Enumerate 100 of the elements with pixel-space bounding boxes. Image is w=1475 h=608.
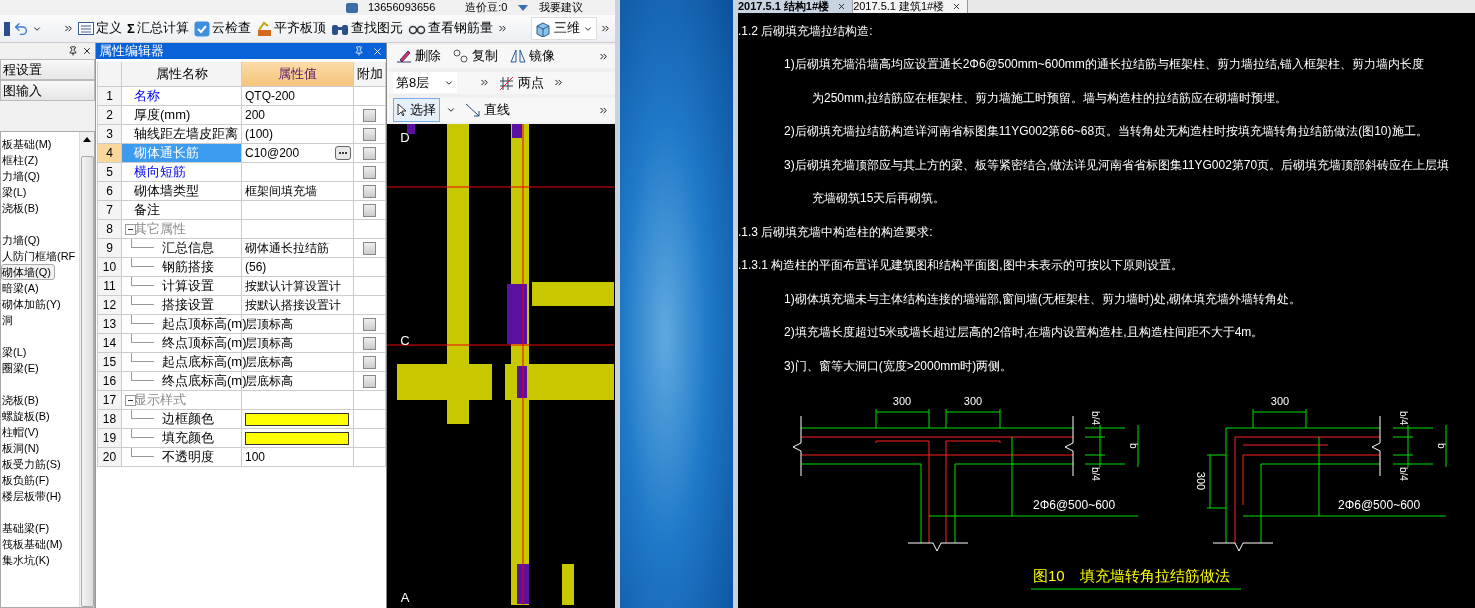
checkbox[interactable]	[363, 336, 376, 350]
tree-item[interactable]: 力墙(Q)	[1, 168, 44, 184]
property-name[interactable]: 轴线距左墙皮距离	[122, 125, 242, 144]
close-icon[interactable]	[837, 1, 847, 11]
tree-item[interactable]: 圈梁(E)	[1, 360, 43, 376]
property-name[interactable]: 搭接设置	[122, 296, 242, 315]
more-icon[interactable]	[496, 23, 508, 34]
rebar-note: 2Φ6@500~600	[1033, 498, 1116, 512]
two-point-button[interactable]: 两点	[496, 71, 547, 94]
property-value: 砌体通长拉结筋	[245, 239, 329, 257]
property-name[interactable]: 填充颜色	[122, 429, 242, 448]
property-name[interactable]: 名称	[122, 87, 242, 106]
tree-item[interactable]: 基础梁(F)	[1, 520, 54, 536]
checkbox[interactable]	[363, 108, 376, 122]
tree-item[interactable]: 人防门框墙(RF	[1, 248, 79, 264]
toolbar-button[interactable]: Σ汇总计算	[126, 18, 190, 39]
tree-item[interactable]: 集水坑(K)	[1, 552, 54, 568]
tree-item[interactable]: 暗梁(A)	[1, 280, 43, 296]
line-button[interactable]: 直线	[462, 99, 513, 121]
tree-item[interactable]: 砌体加筋(Y)	[1, 296, 65, 312]
select-button[interactable]: 选择	[393, 98, 440, 122]
panel-title: 属性编辑器	[99, 42, 165, 60]
color-swatch[interactable]	[245, 431, 349, 445]
tree-item[interactable]: 浇板(B)	[1, 392, 43, 408]
toolbar-button[interactable]: 平齐板顶	[254, 18, 327, 39]
floor-dropdown[interactable]: 第8层	[393, 72, 457, 94]
dimension-label: 300	[1270, 395, 1290, 407]
toolbar-button[interactable]: 查找图元	[329, 18, 404, 39]
undo-icon[interactable]	[13, 20, 29, 37]
ellipsis-button[interactable]	[335, 146, 351, 160]
tree-item[interactable]: 梁(L)	[1, 344, 31, 360]
cursor-icon	[397, 103, 407, 117]
collapse-icon[interactable]	[125, 223, 136, 235]
feedback-link[interactable]: 我要建议	[539, 1, 584, 14]
tree-item[interactable]: 砌体墙(Q)	[1, 264, 55, 280]
row-number: 9	[98, 239, 122, 258]
tree-item[interactable]: 浇板(B)	[1, 200, 43, 216]
dimension-label: 300	[963, 395, 983, 407]
property-name[interactable]: 钢筋搭接	[122, 258, 242, 277]
scrollbar-thumb[interactable]	[80, 156, 94, 607]
view-button[interactable]: 三维	[531, 17, 597, 40]
row-number: 18	[98, 410, 122, 429]
property-name[interactable]: 横向短筋	[122, 163, 242, 182]
rebar-note: 2Φ6@500~600	[1338, 498, 1421, 512]
tree-item[interactable]: 螺旋板(B)	[1, 408, 54, 424]
checkbox[interactable]	[363, 165, 376, 179]
close-icon[interactable]	[82, 46, 92, 56]
checkbox[interactable]	[363, 127, 376, 141]
sidebar-tab[interactable]: 程设置	[0, 59, 95, 80]
document-tab[interactable]: 2017.5.1 建筑1#楼	[853, 0, 969, 13]
dimension-label: b/4	[1090, 411, 1101, 425]
dimension-line	[1392, 424, 1447, 468]
caret-icon[interactable]	[446, 105, 456, 115]
pin-icon[interactable]	[354, 46, 364, 56]
more-icon[interactable]	[63, 23, 74, 34]
edit-button[interactable]: 镜像	[507, 45, 558, 68]
more-icon[interactable]	[600, 23, 611, 34]
toolbar-button[interactable]: 云检查	[192, 18, 252, 39]
color-swatch[interactable]	[245, 412, 349, 426]
checkbox[interactable]	[363, 374, 376, 388]
dimension-label: b	[1436, 443, 1447, 449]
property-name[interactable]: 边框颜色	[122, 410, 242, 429]
sidebar-tab[interactable]: 图输入	[0, 80, 95, 101]
toolbar-button[interactable]: 查看钢筋量	[406, 18, 494, 39]
section-heading: .1.3.1 构造柱的平面布置详见建筑图和结构平面图,图中未表示的可按以下原则设置。	[738, 257, 1183, 275]
section-heading: .1.2 后砌填充墙拉结构造:	[738, 22, 873, 40]
tree-item[interactable]: 板受力筋(S)	[1, 456, 65, 472]
tree-item[interactable]: 洞	[1, 312, 17, 328]
checkbox[interactable]	[363, 184, 376, 198]
collapse-icon[interactable]	[125, 394, 136, 406]
property-value: QTQ-200	[245, 89, 295, 103]
tree-item[interactable]: 筏板基础(M)	[1, 536, 67, 552]
edit-button[interactable]: 复制	[450, 45, 501, 68]
property-name[interactable]: 砌体墙类型	[122, 182, 242, 201]
tree-item[interactable]: 梁(L)	[1, 184, 31, 200]
property-name[interactable]: 不透明度	[122, 448, 242, 467]
document-tab[interactable]: 2017.5.1 结构1#楼	[738, 0, 854, 13]
close-icon[interactable]	[952, 1, 962, 11]
property-name[interactable]: 备注	[122, 201, 242, 220]
checkbox[interactable]	[363, 203, 376, 217]
property-name[interactable]: 汇总信息	[122, 239, 242, 258]
tree-item[interactable]: 板基础(M)	[1, 136, 56, 152]
property-name[interactable]: 厚度(mm)	[122, 106, 242, 125]
tree-item[interactable]: 框柱(Z)	[1, 152, 43, 168]
checkbox[interactable]	[363, 241, 376, 255]
row-number: 8	[98, 220, 122, 239]
tree-item[interactable]: 板洞(N)	[1, 440, 44, 456]
edit-button[interactable]: 删除	[393, 45, 444, 68]
tree-item[interactable]: 楼层板带(H)	[1, 488, 66, 504]
property-name[interactable]: 计算设置	[122, 277, 242, 296]
checkbox[interactable]	[363, 355, 376, 369]
checkbox[interactable]	[363, 146, 376, 160]
tree-item[interactable]: 力墙(Q)	[1, 232, 44, 248]
checkbox[interactable]	[363, 317, 376, 331]
tree-item[interactable]: 板负筋(F)	[1, 472, 54, 488]
tree-item[interactable]: 柱帽(V)	[1, 424, 43, 440]
toolbar-button[interactable]: 定义	[77, 18, 123, 39]
group-row[interactable]: 显示样式	[122, 391, 242, 410]
pin-icon[interactable]	[68, 46, 78, 56]
scroll-up-icon[interactable]	[83, 136, 91, 142]
